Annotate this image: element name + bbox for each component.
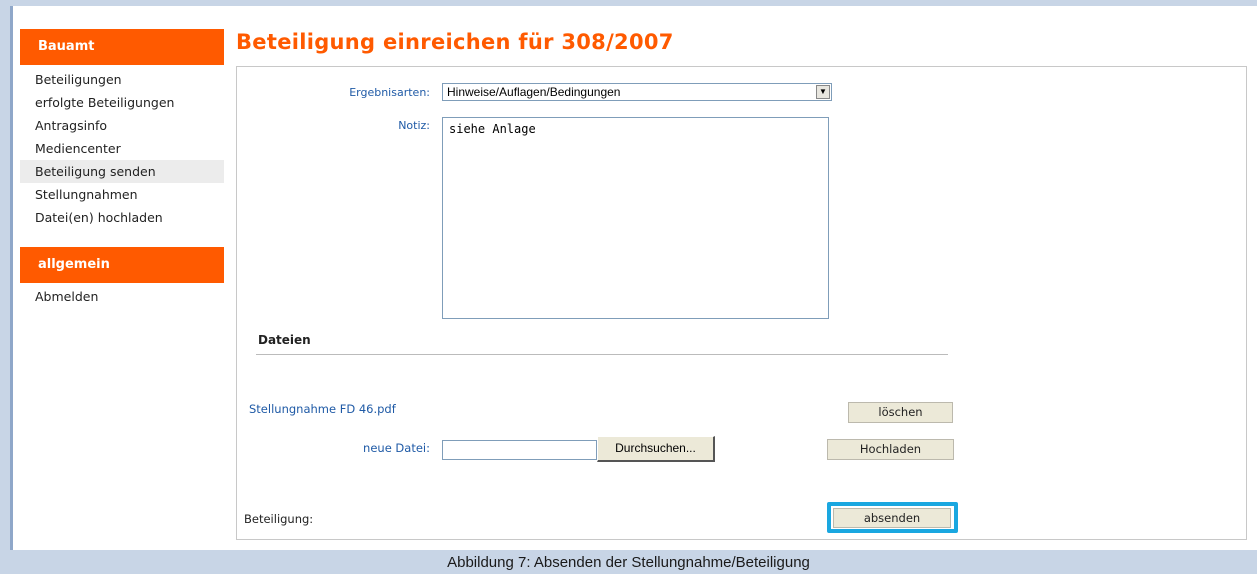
dateien-divider <box>256 354 948 355</box>
sidebar-item-beteiligung-senden[interactable]: Beteiligung senden <box>20 160 224 183</box>
beteiligung-label: Beteiligung: <box>244 512 314 526</box>
sidebar-item-dateien-hochladen[interactable]: Datei(en) hochladen <box>20 206 224 229</box>
sidebar-item-beteiligungen[interactable]: Beteiligungen <box>20 68 224 91</box>
submit-button[interactable]: absenden <box>833 508 951 528</box>
ergebnisarten-select[interactable]: Hinweise/Auflagen/Bedingungen ▼ <box>442 83 832 101</box>
sidebar-item-stellungnahmen[interactable]: Stellungnahmen <box>20 183 224 206</box>
sidebar-item-antragsinfo[interactable]: Antragsinfo <box>20 114 224 137</box>
ergebnisarten-label: Ergebnisarten: <box>349 86 430 99</box>
sidebar-nav-bauamt: Beteiligungen erfolgte Beteiligungen Ant… <box>20 68 224 229</box>
delete-file-button[interactable]: löschen <box>848 402 953 423</box>
sidebar-item-abmelden[interactable]: Abmelden <box>20 285 224 308</box>
upload-button[interactable]: Hochladen <box>827 439 954 460</box>
new-file-input[interactable] <box>442 440 597 460</box>
sidebar-nav-allgemein: Abmelden <box>20 285 224 308</box>
new-file-label: neue Datei: <box>363 441 430 455</box>
sidebar-header-bauamt: Bauamt <box>20 29 224 65</box>
existing-file-link[interactable]: Stellungnahme FD 46.pdf <box>249 402 396 416</box>
chevron-down-icon[interactable]: ▼ <box>816 85 830 99</box>
sidebar-item-mediencenter[interactable]: Mediencenter <box>20 137 224 160</box>
sidebar-item-erfolgte-beteiligungen[interactable]: erfolgte Beteiligungen <box>20 91 224 114</box>
ergebnisarten-selected-value: Hinweise/Auflagen/Bedingungen <box>447 85 621 99</box>
dateien-heading: Dateien <box>258 333 311 347</box>
figure-caption: Abbildung 7: Absenden der Stellungnahme/… <box>0 550 1257 574</box>
notiz-textarea[interactable]: siehe Anlage <box>442 117 829 319</box>
notiz-label: Notiz: <box>398 119 430 132</box>
page-title: Beteiligung einreichen für 308/2007 <box>236 30 674 54</box>
sidebar-header-allgemein: allgemein <box>20 247 224 283</box>
browse-button[interactable]: Durchsuchen... <box>597 436 715 462</box>
